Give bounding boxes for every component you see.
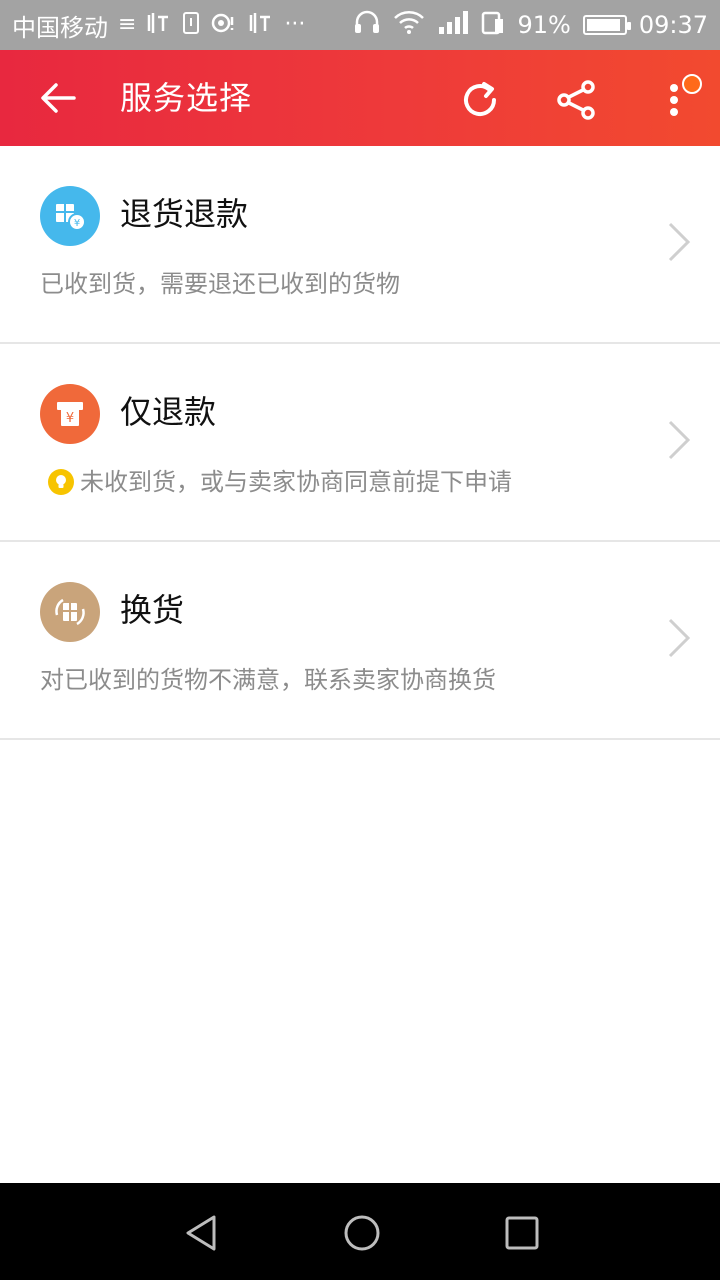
listen-icon-2	[248, 11, 274, 40]
notification-icon: ≡	[118, 12, 137, 37]
option-description: 未收到货，或与卖家协商同意前提下申请	[40, 466, 512, 498]
refresh-button[interactable]	[454, 74, 506, 126]
refund-only-icon: ¥	[57, 402, 83, 426]
chevron-right-icon	[668, 420, 691, 460]
option-icon-circle	[40, 582, 100, 642]
storage-icon	[481, 9, 505, 41]
option-refund-only[interactable]: ¥ 仅退款 未收到货，或与卖家协商同意前提下申请	[0, 344, 720, 542]
share-icon	[557, 80, 595, 120]
option-description-text: 未收到货，或与卖家协商同意前提下申请	[80, 468, 512, 496]
option-icon-circle: ¥	[40, 186, 100, 246]
sim-icon	[182, 11, 200, 40]
carrier-label: 中国移动	[12, 13, 108, 42]
status-bar: 中国移动 ≡ ··· 91% 09:37	[0, 0, 720, 50]
nav-back-button[interactable]	[182, 1213, 222, 1253]
option-description: 已收到货，需要退还已收到的货物	[40, 268, 400, 300]
svg-text:¥: ¥	[66, 411, 74, 426]
ellipsis-icon: ···	[284, 12, 306, 37]
headphones-icon	[353, 9, 381, 41]
option-title: 仅退款	[120, 393, 217, 431]
listen-icon	[146, 11, 172, 40]
signal-icon	[437, 9, 469, 41]
exchange-icon	[55, 598, 85, 626]
nav-home-button[interactable]	[342, 1213, 382, 1253]
system-nav-bar	[0, 1183, 720, 1280]
nav-recent-apps-button[interactable]	[502, 1213, 542, 1253]
return-refund-icon: ¥	[56, 204, 86, 231]
app-bar: 服务选择	[0, 50, 720, 146]
battery-percent: 91%	[517, 11, 571, 39]
chevron-right-icon	[668, 222, 691, 262]
option-description-text: 已收到货，需要退还已收到的货物	[40, 270, 400, 298]
option-title: 换货	[120, 591, 185, 629]
location-icon	[210, 11, 238, 40]
option-description-text: 对已收到的货物不满意，联系卖家协商换货	[40, 666, 496, 694]
battery-icon	[582, 15, 631, 35]
refresh-icon	[464, 82, 496, 116]
arrow-left-icon	[41, 83, 76, 113]
option-title: 退货退款	[120, 195, 249, 233]
option-description: 对已收到的货物不满意，联系卖家协商换货	[40, 664, 496, 696]
page-title: 服务选择	[120, 79, 253, 117]
option-return-refund[interactable]: ¥ 退货退款 已收到货，需要退还已收到的货物	[0, 146, 720, 344]
chevron-right-icon	[668, 618, 691, 658]
clock: 09:37	[638, 11, 708, 39]
more-button[interactable]	[646, 74, 702, 126]
back-button[interactable]	[34, 74, 82, 122]
share-button[interactable]	[550, 74, 602, 126]
svg-text:¥: ¥	[74, 218, 80, 229]
notification-badge	[682, 74, 702, 94]
service-option-list: ¥ 退货退款 已收到货，需要退还已收到的货物 ¥ 仅退款 未收到货，或与卖家协商…	[0, 146, 720, 740]
option-exchange[interactable]: 换货 对已收到的货物不满意，联系卖家协商换货	[0, 542, 720, 740]
option-icon-circle: ¥	[40, 384, 100, 444]
wifi-icon	[393, 10, 425, 40]
more-vertical-icon	[670, 84, 678, 116]
lightbulb-icon	[48, 469, 74, 495]
